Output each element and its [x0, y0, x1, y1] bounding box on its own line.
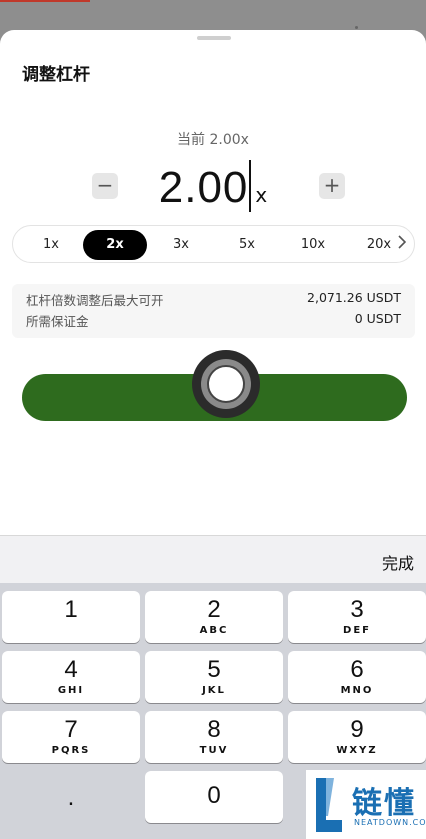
info-row-max-open: 杠杆倍数调整后最大可开 2,071.26 USDT — [26, 290, 401, 310]
max-open-label: 杠杆倍数调整后最大可开 — [26, 293, 164, 308]
leverage-input[interactable]: 2.00 x — [120, 160, 306, 212]
key-5-letters: JKL — [202, 685, 226, 696]
preset-2x[interactable]: 2x — [83, 230, 147, 260]
increase-button[interactable]: + — [319, 173, 345, 199]
key-8[interactable]: 8 TUV — [145, 711, 283, 763]
key-0-digit: 0 — [207, 782, 221, 809]
key-3-letters: DEF — [343, 625, 371, 636]
key-5-digit: 5 — [207, 656, 221, 683]
max-open-value: 2,071.26 USDT — [307, 290, 401, 305]
key-decimal-digit: . — [67, 784, 75, 811]
key-0[interactable]: 0 — [145, 771, 283, 823]
key-7-digit: 7 — [64, 716, 78, 743]
background-dot — [355, 26, 358, 29]
key-9[interactable]: 9 WXYZ — [288, 711, 426, 763]
done-button[interactable]: 完成 — [382, 550, 414, 574]
leverage-presets: 1x 2x 3x 5x 10x 20x — [12, 225, 415, 263]
watermark-url: NEATDOWN.COM — [354, 818, 426, 827]
key-3[interactable]: 3 DEF — [288, 591, 426, 643]
key-decimal[interactable]: . — [2, 771, 140, 823]
key-4[interactable]: 4 GHI — [2, 651, 140, 703]
key-8-letters: TUV — [199, 745, 229, 756]
current-leverage-label: 当前 2.00x — [177, 132, 249, 148]
key-2[interactable]: 2 ABC — [145, 591, 283, 643]
preset-10x[interactable]: 10x — [281, 230, 345, 260]
key-3-digit: 3 — [350, 596, 364, 623]
key-8-digit: 8 — [207, 716, 221, 743]
key-9-letters: WXYZ — [336, 745, 378, 756]
decrease-button[interactable]: − — [92, 173, 118, 199]
key-6[interactable]: 6 MNO — [288, 651, 426, 703]
key-2-letters: ABC — [199, 625, 229, 636]
leverage-sheet: 调整杠杆 当前 2.00x − 2.00 x + 1x 2x 3x 5x 10x … — [0, 30, 426, 535]
touch-indicator-center — [207, 365, 245, 403]
margin-value: 0 USDT — [354, 311, 401, 326]
touch-indicator-ring — [201, 359, 251, 409]
key-9-digit: 9 — [350, 716, 364, 743]
key-5[interactable]: 5 JKL — [145, 651, 283, 703]
watermark: 链懂 NEATDOWN.COM — [306, 770, 426, 839]
info-row-margin: 所需保证金 0 USDT — [26, 311, 401, 331]
margin-label: 所需保证金 — [26, 314, 89, 329]
chevron-right-icon[interactable] — [398, 235, 407, 253]
text-caret — [249, 160, 252, 212]
key-2-digit: 2 — [207, 596, 221, 623]
preset-3x[interactable]: 3x — [149, 230, 213, 260]
key-4-letters: GHI — [57, 685, 85, 696]
leverage-unit: x — [255, 183, 268, 207]
touch-indicator — [192, 350, 260, 418]
sheet-grabber[interactable] — [197, 36, 231, 40]
key-4-digit: 4 — [64, 656, 78, 683]
preset-5x[interactable]: 5x — [215, 230, 279, 260]
background-accent-line — [0, 0, 90, 2]
leverage-value: 2.00 — [158, 163, 249, 212]
preset-1x[interactable]: 1x — [19, 230, 83, 260]
key-1[interactable]: 1 — [2, 591, 140, 643]
leverage-info-panel: 杠杆倍数调整后最大可开 2,071.26 USDT 所需保证金 0 USDT — [12, 284, 415, 338]
sheet-title: 调整杠杆 — [22, 65, 90, 85]
key-6-digit: 6 — [350, 656, 364, 683]
watermark-name: 链懂 — [352, 786, 416, 821]
key-6-letters: MNO — [340, 685, 374, 696]
keyboard-toolbar: 完成 — [0, 535, 426, 583]
key-7-letters: PQRS — [51, 745, 91, 756]
key-7[interactable]: 7 PQRS — [2, 711, 140, 763]
key-1-digit: 1 — [64, 596, 78, 623]
watermark-logo-icon — [316, 778, 342, 832]
